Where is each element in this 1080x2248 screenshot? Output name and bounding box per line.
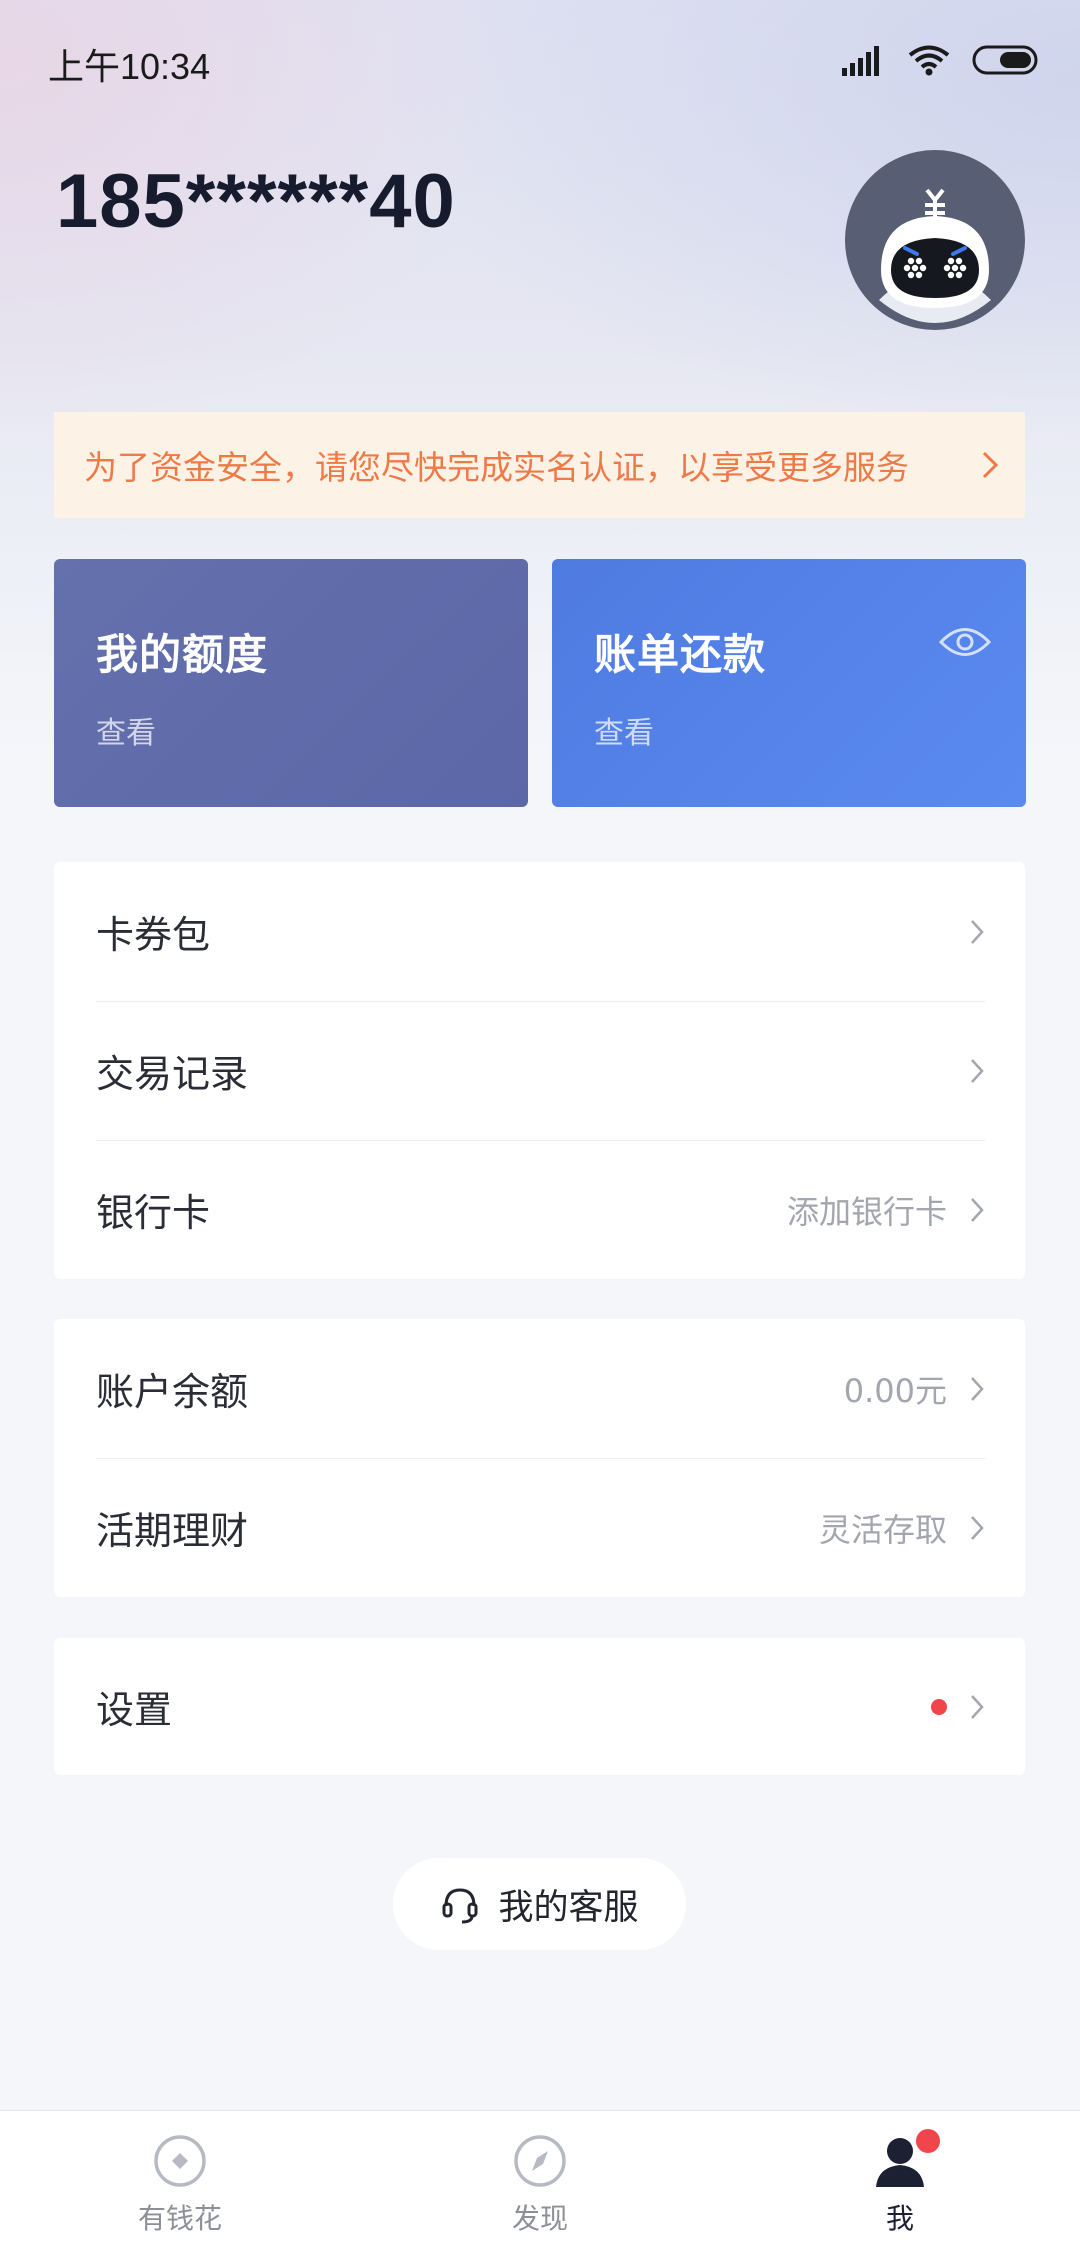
status-time: 上午10:34 [48,46,211,87]
tab-me[interactable]: 我 [800,2111,1000,2248]
eye-icon[interactable] [938,625,992,659]
avatar[interactable] [845,150,1025,330]
row-value: 添加银行卡 [786,1192,947,1231]
service-label: 我的客服 [498,1887,639,1928]
chevron-right-icon [971,919,984,944]
tab-label: 我 [885,2202,914,2235]
chevron-right-icon [982,451,999,479]
chevron-right-icon [971,1058,984,1083]
wifi-icon [908,45,950,76]
bill-repay-card[interactable]: 账单还款 查看 [552,559,1026,807]
notice-text: 为了资金安全，请您尽快完成实名认证，以享受更多服务 [84,448,909,487]
credit-card-title: 我的额度 [96,630,269,679]
chevron-right-icon [971,1197,984,1222]
tab-notification-badge [916,2129,940,2153]
row-label: 交易记录 [96,1052,249,1096]
chevron-right-icon [971,1694,984,1719]
notification-dot [931,1698,947,1715]
credit-card-sub: 查看 [96,716,156,751]
robot-avatar-icon [845,150,1025,330]
row-value: 灵活存取 [818,1510,947,1549]
wallet-group: 卡券包 交易记录 银行卡 添加银行卡 [54,862,1025,1279]
bottom-tab-bar: 有钱花 发现 我 [0,2110,1080,2248]
customer-service-button[interactable]: 我的客服 [393,1858,686,1950]
headset-icon [442,1888,478,1924]
tab-label: 有钱花 [137,2202,222,2235]
chevron-right-icon [971,1515,984,1540]
phone-number: 185******40 [56,159,456,244]
row-label: 账户余额 [96,1370,249,1414]
status-icons [842,40,1040,80]
tab-discover[interactable]: 发现 [440,2111,640,2248]
row-balance[interactable]: 账户余额 0.00元 [54,1319,1025,1458]
verification-notice[interactable]: 为了资金安全，请您尽快完成实名认证，以享受更多服务 [54,412,1025,518]
credit-limit-card[interactable]: 我的额度 查看 [54,559,528,807]
row-label: 活期理财 [96,1509,249,1553]
bill-card-sub: 查看 [594,716,654,751]
tab-youqianhua[interactable]: 有钱花 [80,2111,280,2248]
row-savings[interactable]: 活期理财 灵活存取 [54,1458,1025,1597]
row-transactions[interactable]: 交易记录 [54,1001,1025,1140]
status-bar: 上午10:34 [0,0,1080,120]
row-bank-card[interactable]: 银行卡 添加银行卡 [54,1140,1025,1279]
row-coupons[interactable]: 卡券包 [54,862,1025,1001]
settings-group: 设置 [54,1638,1025,1775]
battery-icon [972,45,1038,75]
row-label: 设置 [96,1688,173,1732]
compass-icon [514,2135,566,2187]
chevron-right-icon [971,1376,984,1401]
row-settings[interactable]: 设置 [54,1638,1025,1775]
signal-icon [842,46,879,76]
coin-icon [154,2135,206,2187]
row-label: 卡券包 [96,913,211,957]
row-value: 0.00元 [843,1371,947,1410]
finance-group: 账户余额 0.00元 活期理财 灵活存取 [54,1319,1025,1597]
tab-label: 发现 [511,2202,568,2235]
row-label: 银行卡 [96,1191,211,1235]
